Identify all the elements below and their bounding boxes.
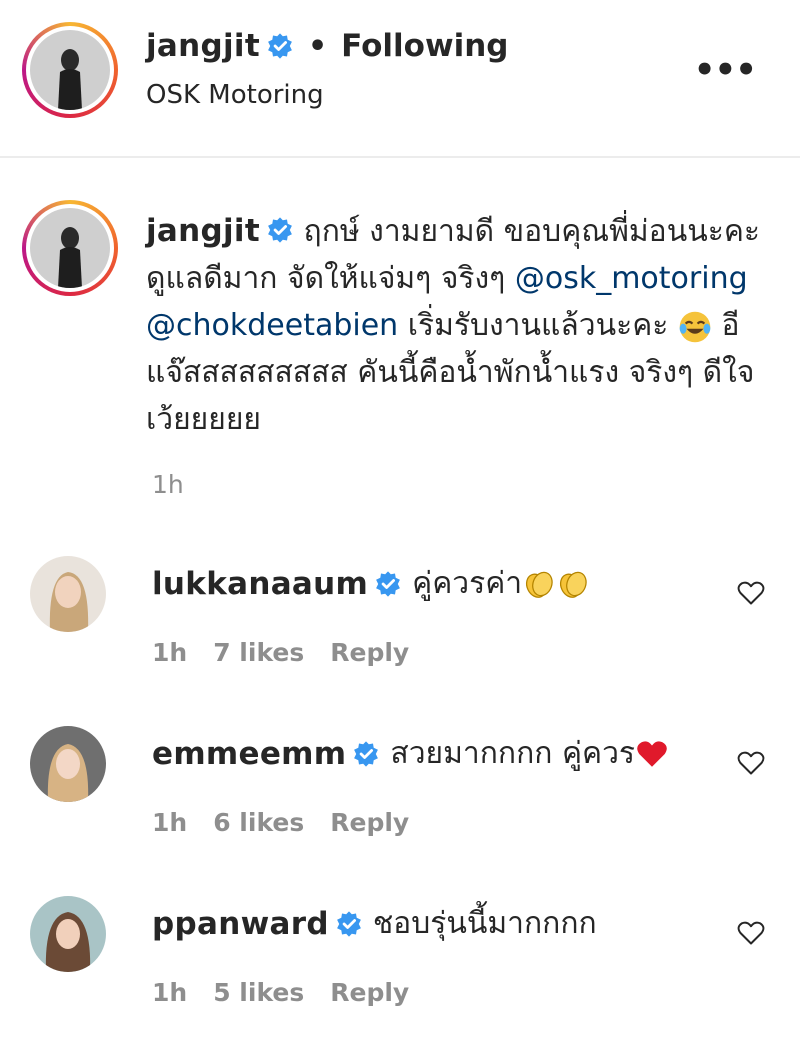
- post-time[interactable]: 1h: [152, 470, 184, 499]
- comment-username[interactable]: emmeemm: [152, 736, 346, 772]
- comment-row: ppanward ชอบรุ่นนี้มากกกก: [152, 900, 597, 947]
- verified-badge-icon: [354, 740, 379, 767]
- reply-button[interactable]: Reply: [330, 978, 409, 1007]
- comment-avatar[interactable]: [30, 896, 106, 972]
- clapping-hands-emoji-icon: [526, 571, 553, 598]
- verified-badge-icon: [376, 570, 401, 597]
- location-link[interactable]: OSK Motoring: [146, 80, 324, 110]
- reply-button[interactable]: Reply: [330, 638, 409, 667]
- comment-meta: 1h 6 likes Reply: [152, 808, 409, 837]
- caption-avatar[interactable]: [22, 200, 118, 296]
- heart-icon[interactable]: [736, 578, 766, 608]
- comment-text: ชอบรุ่นนี้มากกกก: [372, 906, 597, 941]
- comment-time[interactable]: 1h: [152, 638, 187, 667]
- comment-row: lukkanaaum คู่ควรค่า: [152, 560, 590, 607]
- comment-time[interactable]: 1h: [152, 808, 187, 837]
- comment-avatar[interactable]: [30, 726, 106, 802]
- comment-likes[interactable]: 6 likes: [213, 808, 304, 837]
- tears-of-joy-emoji-icon: [679, 311, 711, 342]
- red-heart-emoji-icon: [637, 740, 667, 767]
- comment-row: emmeemm สวยมากกกก คู่ควร: [152, 730, 669, 777]
- comment-username[interactable]: ppanward: [152, 906, 329, 942]
- post-caption: jangjit ฤกษ์ งามยามดี ขอบคุณพี่ม่อนนะคะ …: [146, 208, 776, 443]
- comment-avatar[interactable]: [30, 556, 106, 632]
- following-button[interactable]: Following: [341, 28, 508, 64]
- comment-username[interactable]: lukkanaaum: [152, 566, 368, 602]
- verified-badge-icon: [336, 910, 361, 937]
- mention-link[interactable]: @chokdeetabien: [146, 308, 398, 343]
- post-header: jangjit • Following OSK Motoring •••: [0, 0, 800, 158]
- mention-link[interactable]: @osk_motoring: [515, 261, 748, 296]
- comment-time[interactable]: 1h: [152, 978, 187, 1007]
- header-avatar[interactable]: [22, 22, 118, 118]
- comment-text: สวยมากกกก คู่ควร: [390, 736, 636, 771]
- caption-username[interactable]: jangjit: [146, 213, 260, 249]
- heart-icon[interactable]: [736, 748, 766, 778]
- comment-likes[interactable]: 7 likes: [213, 638, 304, 667]
- comment-meta: 1h 5 likes Reply: [152, 978, 409, 1007]
- verified-badge-icon: [268, 217, 292, 243]
- comment-meta: 1h 7 likes Reply: [152, 638, 409, 667]
- verified-badge-icon: [268, 33, 292, 59]
- more-options-icon[interactable]: •••: [694, 50, 757, 90]
- clapping-hands-emoji-icon: [560, 571, 587, 598]
- separator-dot: •: [307, 28, 328, 64]
- comment-text: คู่ควรค่า: [412, 566, 523, 601]
- header-user-row: jangjit • Following: [146, 28, 508, 64]
- header-username[interactable]: jangjit: [146, 28, 260, 64]
- caption-text-2: เริ่มรับงานแล้วนะคะ: [407, 308, 669, 343]
- heart-icon[interactable]: [736, 918, 766, 948]
- reply-button[interactable]: Reply: [330, 808, 409, 837]
- comment-likes[interactable]: 5 likes: [213, 978, 304, 1007]
